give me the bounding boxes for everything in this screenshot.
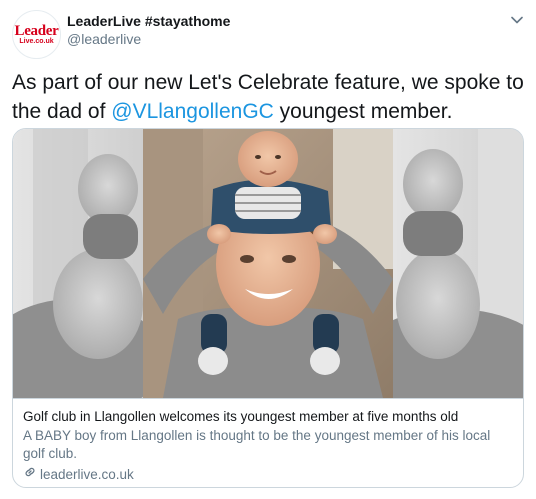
card-description: A BABY boy from Llangollen is thought to… <box>23 428 491 461</box>
author-handle[interactable]: @leaderlive <box>67 31 141 47</box>
avatar-logo-subtext: Live.co.uk <box>19 37 54 45</box>
link-icon <box>23 465 37 484</box>
photo-father-with-baby-icon <box>13 129 523 398</box>
card-image[interactable] <box>13 129 523 398</box>
tweet-options-chevron-down-icon[interactable] <box>509 12 525 28</box>
author-display-name[interactable]: LeaderLive #stayathome <box>67 13 230 29</box>
mention-link[interactable]: @VLlangollenGC <box>111 100 274 123</box>
card-domain: leaderlive.co.uk <box>23 465 513 484</box>
link-preview-card[interactable]: Golf club in Llangollen welcomes its you… <box>12 128 524 488</box>
card-title: Golf club in Llangollen welcomes its you… <box>23 409 459 424</box>
tweet-text-part: youngest member. <box>273 100 453 123</box>
avatar-logo-wordmark: Leader <box>14 22 59 39</box>
tweet-text: As part of our new Let's Celebrate featu… <box>12 68 524 126</box>
tweet[interactable]: Leader Live.co.uk LeaderLive #stayathome… <box>0 0 536 499</box>
author-avatar[interactable]: Leader Live.co.uk <box>12 10 61 59</box>
card-domain-text: leaderlive.co.uk <box>40 466 134 482</box>
card-body[interactable]: Golf club in Llangollen welcomes its you… <box>13 398 523 487</box>
